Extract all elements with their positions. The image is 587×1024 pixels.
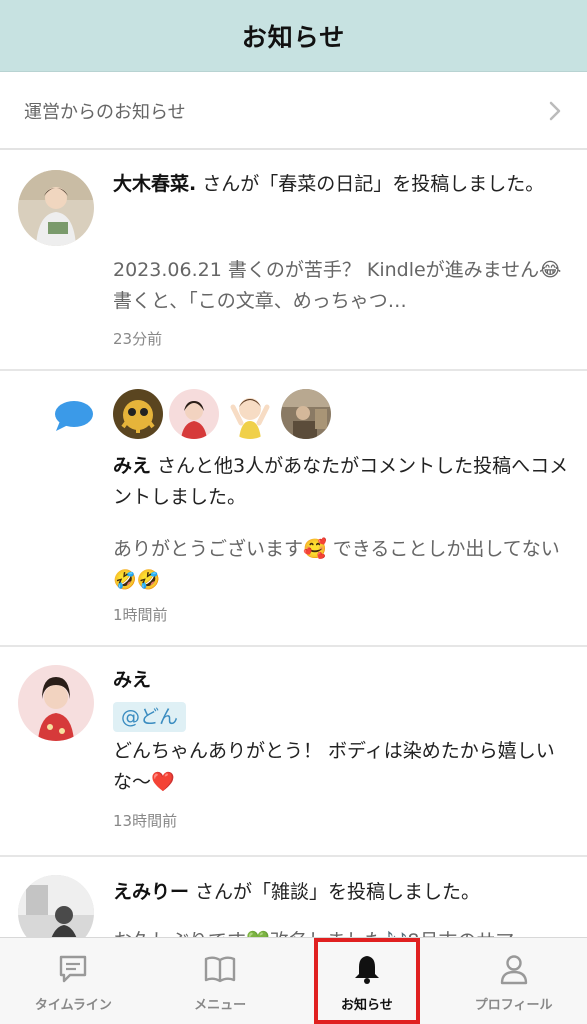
avatar[interactable]	[18, 875, 94, 937]
avatar[interactable]	[113, 389, 163, 439]
actor-name: 大木春菜.	[113, 173, 197, 195]
mention-row: @どん	[113, 702, 569, 733]
tab-label: メニュー	[194, 998, 247, 1013]
official-news-label: 運営からのお知らせ	[24, 101, 186, 123]
actor-name: みえ	[113, 455, 152, 477]
notification-snippet: 2023.06.21 書くのが苦手？ Kindleが進みません😂 書くと、「この…	[113, 259, 562, 312]
notification-snippet: お久しぶりです💚改名しました🎶8月末のサマー	[113, 926, 569, 937]
header: お知らせ	[0, 0, 587, 72]
book-icon	[204, 956, 236, 983]
tab-menu[interactable]: メニュー	[147, 938, 294, 1024]
chevron-right-icon	[549, 101, 561, 121]
official-news-row[interactable]: 運営からのお知らせ	[0, 73, 587, 150]
notification-list: 大木春菜. さんが「春菜の日記」を投稿しました。 2023.06.21 書くのが…	[0, 151, 587, 937]
tab-timeline[interactable]: タイムライン	[0, 938, 147, 1024]
notification-item[interactable]: 大木春菜. さんが「春菜の日記」を投稿しました。 2023.06.21 書くのが…	[0, 151, 587, 371]
notification-time: 13時間前	[113, 812, 178, 830]
avatar[interactable]	[225, 389, 275, 439]
bell-icon	[354, 956, 379, 984]
avatar[interactable]	[169, 389, 219, 439]
comment-bubble-icon	[55, 401, 93, 431]
tab-label: タイムライン	[34, 998, 112, 1013]
tab-profile[interactable]: プロフィール	[440, 938, 587, 1024]
tab-label: プロフィール	[474, 998, 553, 1013]
avatar[interactable]	[281, 389, 331, 439]
actor-name: えみりー	[113, 881, 190, 903]
notification-message: 大木春菜. さんが「春菜の日記」を投稿しました。	[113, 173, 545, 195]
avatar[interactable]	[18, 170, 94, 246]
profile-icon	[500, 955, 527, 985]
bottom-tab-bar: タイムライン メニュー お知らせ プロフィール	[0, 937, 587, 1024]
notification-item[interactable]: みえ @どん どんちゃんありがとう！ ボディは染めたから嬉しいな〜❤️ 13時間…	[0, 647, 587, 857]
timeline-icon	[60, 955, 87, 983]
notification-message: えみりー さんが「雑談」を投稿しました。	[113, 881, 481, 903]
notification-time: 1時間前	[113, 606, 168, 624]
comment-text: どんちゃんありがとう！ ボディは染めたから嬉しいな〜❤️	[113, 740, 555, 793]
page-title: お知らせ	[241, 22, 346, 52]
notification-message: みえ	[113, 665, 569, 696]
notification-item[interactable]: みえ さんと他3人があなたがコメントした投稿へコメントしました。 ありがとうござ…	[0, 371, 587, 647]
notification-item[interactable]: えみりー さんが「雑談」を投稿しました。 お久しぶりです💚改名しました🎶8月末の…	[0, 857, 587, 937]
mention-tag[interactable]: @どん	[113, 702, 187, 732]
notification-snippet: ありがとうございます🥰 できることしか出してない🤣🤣	[113, 538, 560, 591]
notification-message: みえ さんと他3人があなたがコメントした投稿へコメントしました。	[113, 455, 569, 508]
tab-label: お知らせ	[341, 998, 393, 1013]
avatar[interactable]	[18, 665, 94, 741]
notification-time: 23分前	[113, 330, 163, 348]
actor-name: みえ	[113, 669, 152, 691]
tab-notifications[interactable]: お知らせ	[294, 938, 441, 1024]
